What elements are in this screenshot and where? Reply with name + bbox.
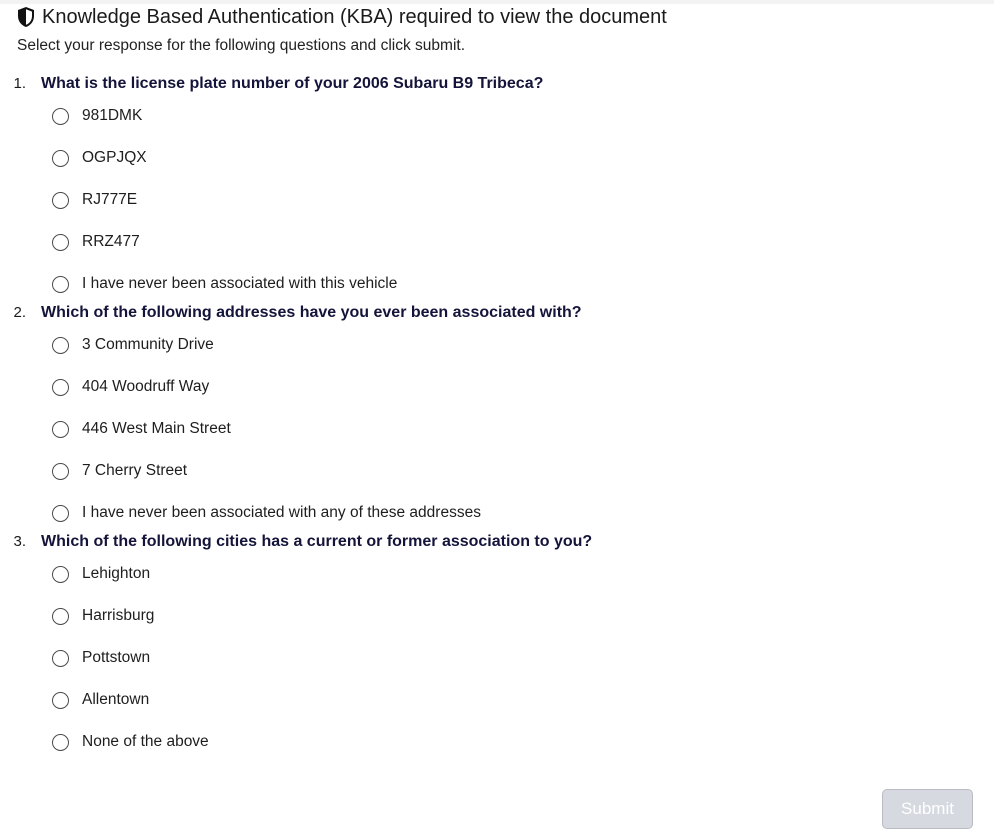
option-label: 446 West Main Street <box>82 420 231 437</box>
option-label: Pottstown <box>82 649 151 666</box>
radio-button[interactable] <box>52 275 69 293</box>
radio-button[interactable] <box>52 504 69 522</box>
instructions-text: Select your response for the following q… <box>17 37 466 54</box>
option-label: 3 Community Drive <box>82 336 214 353</box>
answer-option[interactable]: 446 West Main Street <box>52 417 231 441</box>
question-text: Which of the following cities has a curr… <box>41 533 593 550</box>
option-label: 7 Cherry Street <box>82 462 188 479</box>
option-label: RRZ477 <box>82 233 140 250</box>
radio-button[interactable] <box>52 191 69 209</box>
radio-button[interactable] <box>52 565 69 583</box>
option-label: Harrisburg <box>82 607 155 624</box>
option-label: None of the above <box>82 733 209 750</box>
question-1: 1. What is the license plate number of y… <box>0 75 994 99</box>
radio-button[interactable] <box>52 107 69 125</box>
radio-button[interactable] <box>52 649 69 667</box>
answer-option[interactable]: RJ777E <box>52 188 137 212</box>
radio-button[interactable] <box>52 378 69 396</box>
answer-option[interactable]: 404 Woodruff Way <box>52 375 209 399</box>
question-2: 2. Which of the following addresses have… <box>0 304 994 328</box>
question-text: What is the license plate number of your… <box>41 75 544 92</box>
option-label: I have never been associated with this v… <box>82 275 398 292</box>
question-number: 3. <box>13 533 26 550</box>
radio-button[interactable] <box>52 733 69 751</box>
radio-button[interactable] <box>52 462 69 480</box>
answer-option[interactable]: Harrisburg <box>52 604 154 628</box>
question-3: 3. Which of the following cities has a c… <box>0 533 994 557</box>
option-label: Lehighton <box>82 565 151 582</box>
answer-option[interactable]: Pottstown <box>52 646 150 670</box>
question-number: 1. <box>13 75 26 92</box>
option-label: Allentown <box>82 691 150 708</box>
kba-header: Knowledge Based Authentication (KBA) req… <box>16 5 667 29</box>
shield-icon <box>16 6 36 28</box>
answer-option[interactable]: I have never been associated with this v… <box>52 272 397 296</box>
radio-button[interactable] <box>52 691 69 709</box>
answer-option[interactable]: 3 Community Drive <box>52 333 214 357</box>
option-label: RJ777E <box>82 191 138 208</box>
question-number: 2. <box>13 304 26 321</box>
answer-option[interactable]: RRZ477 <box>52 230 140 254</box>
answer-option[interactable]: 7 Cherry Street <box>52 459 187 483</box>
radio-button[interactable] <box>52 233 69 251</box>
top-bar <box>0 0 994 4</box>
answer-option[interactable]: None of the above <box>52 730 209 754</box>
question-text: Which of the following addresses have yo… <box>41 304 582 321</box>
option-label: 404 Woodruff Way <box>82 378 210 395</box>
answer-option[interactable]: 981DMK <box>52 104 142 128</box>
option-label: OGPJQX <box>82 149 147 166</box>
radio-button[interactable] <box>52 149 69 167</box>
answer-option[interactable]: OGPJQX <box>52 146 147 170</box>
submit-button[interactable]: Submit <box>882 789 973 829</box>
answer-option[interactable]: Lehighton <box>52 562 150 586</box>
radio-button[interactable] <box>52 607 69 625</box>
option-label: I have never been associated with any of… <box>82 504 481 521</box>
radio-button[interactable] <box>52 336 69 354</box>
answer-option[interactable]: I have never been associated with any of… <box>52 501 481 525</box>
answer-option[interactable]: Allentown <box>52 688 149 712</box>
option-label: 981DMK <box>82 107 143 124</box>
radio-button[interactable] <box>52 420 69 438</box>
page-title: Knowledge Based Authentication (KBA) req… <box>42 5 667 28</box>
